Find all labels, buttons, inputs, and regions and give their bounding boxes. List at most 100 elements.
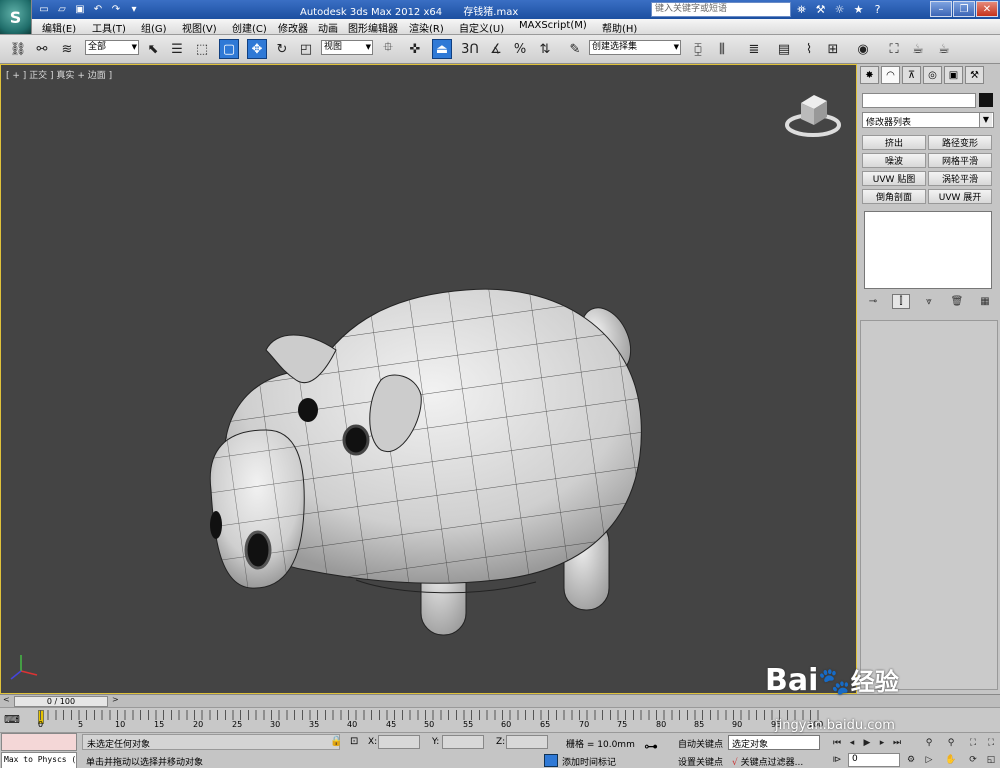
select-by-name-icon[interactable]: ☰ bbox=[167, 39, 187, 59]
modifier-button-noise[interactable]: 噪波 bbox=[862, 153, 926, 168]
render-setup-icon[interactable]: ⛶ bbox=[884, 39, 904, 59]
zoom-extents-icon[interactable]: ⛶ bbox=[966, 736, 980, 750]
menu-maxscript[interactable]: MAXScript(M) bbox=[519, 20, 587, 31]
viewport-general-menu[interactable]: + bbox=[12, 71, 20, 81]
field-of-view-icon[interactable]: ▷ bbox=[922, 753, 936, 767]
app-logo-icon[interactable]: S bbox=[0, 0, 32, 34]
viewport-menu-bracket[interactable]: [ bbox=[6, 71, 10, 81]
modifier-button-extrude[interactable]: 挤出 bbox=[862, 135, 926, 150]
set-key-button[interactable]: 设置关键点 bbox=[678, 755, 723, 768]
menu-graph-editors[interactable]: 图形编辑器 bbox=[348, 20, 398, 35]
zoom-all-icon[interactable]: ⚲ bbox=[944, 736, 958, 750]
next-frame-icon[interactable]: > bbox=[112, 695, 119, 704]
modifier-stack-list[interactable] bbox=[864, 211, 992, 289]
menu-modifiers[interactable]: 修改器 bbox=[278, 20, 308, 35]
select-scale-icon[interactable]: ◰ bbox=[296, 39, 316, 59]
next-frame-icon[interactable]: ▸ bbox=[875, 736, 889, 750]
menu-views[interactable]: 视图(V) bbox=[182, 20, 217, 35]
time-slider[interactable]: 0 / 100 bbox=[14, 696, 108, 707]
angle-snap-icon[interactable]: ∡ bbox=[486, 39, 506, 59]
star-icon[interactable]: ★ bbox=[851, 2, 866, 17]
key-icon[interactable]: ⊶ bbox=[644, 739, 658, 755]
menu-animation[interactable]: 动画 bbox=[318, 20, 338, 35]
add-time-tag[interactable]: 添加时间标记 bbox=[562, 755, 616, 768]
x-coordinate-field[interactable] bbox=[378, 735, 420, 749]
menu-rendering[interactable]: 渲染(R) bbox=[409, 20, 444, 35]
zoom-icon[interactable]: ⚲ bbox=[922, 736, 936, 750]
modifier-button-bevel-profile[interactable]: 倒角剖面 bbox=[862, 189, 926, 204]
layer-manager-icon[interactable]: ≣ bbox=[744, 39, 764, 59]
modifier-button-unwrap-uvw[interactable]: UVW 展开 bbox=[928, 189, 992, 204]
minimize-button[interactable]: – bbox=[930, 1, 952, 17]
tools-icon[interactable]: ⚒ bbox=[813, 2, 828, 17]
create-tab-icon[interactable]: ✸ bbox=[860, 66, 879, 84]
modifier-button-meshsmooth[interactable]: 网格平滑 bbox=[928, 153, 992, 168]
dropdown-icon[interactable]: ▾ bbox=[126, 2, 142, 17]
motion-tab-icon[interactable]: ◎ bbox=[923, 66, 942, 84]
z-coordinate-field[interactable] bbox=[506, 735, 548, 749]
absolute-mode-icon[interactable]: ⊡ bbox=[350, 736, 358, 747]
prev-frame-icon[interactable]: < bbox=[3, 695, 10, 704]
perspective-viewport[interactable]: [ + ] 正交 ] 真实 + 边面 ] bbox=[0, 64, 857, 694]
pig-model[interactable] bbox=[196, 220, 676, 640]
go-to-end-icon[interactable]: ⏭ bbox=[890, 736, 904, 750]
select-manipulate-icon[interactable]: ✜ bbox=[405, 39, 425, 59]
select-object-icon[interactable]: ⬉ bbox=[143, 39, 163, 59]
time-configuration-icon[interactable]: ⚙ bbox=[904, 753, 918, 767]
auto-key-button[interactable]: 自动关键点 bbox=[678, 737, 723, 750]
restore-button[interactable]: ❐ bbox=[953, 1, 975, 17]
percent-snap-icon[interactable]: % bbox=[510, 39, 530, 59]
menu-edit[interactable]: 编辑(E) bbox=[42, 20, 76, 35]
viewport-point-of-view-menu[interactable]: 正交 bbox=[29, 71, 47, 81]
modifier-button-uvw-map[interactable]: UVW 贴图 bbox=[862, 171, 926, 186]
modifier-button-turbosmooth[interactable]: 涡轮平滑 bbox=[928, 171, 992, 186]
viewcube-icon[interactable] bbox=[781, 85, 841, 145]
viewport-edges-menu[interactable]: + 边面 bbox=[77, 71, 105, 81]
redo-icon[interactable]: ↷ bbox=[108, 2, 124, 17]
zoom-extents-all-icon[interactable]: ⛶ bbox=[984, 736, 998, 750]
align-icon[interactable]: ⫼ bbox=[712, 39, 732, 59]
maximize-viewport-icon[interactable]: ◱ bbox=[984, 753, 998, 767]
y-coordinate-field[interactable] bbox=[442, 735, 484, 749]
object-name-field[interactable] bbox=[862, 93, 976, 108]
current-frame-field[interactable]: 0 bbox=[848, 753, 900, 767]
pan-view-icon[interactable]: ✋ bbox=[944, 753, 958, 767]
menu-customize[interactable]: 自定义(U) bbox=[459, 20, 504, 35]
window-crossing-icon[interactable]: ▢ bbox=[219, 39, 239, 59]
pin-stack-icon[interactable]: ⊸ bbox=[864, 294, 882, 309]
make-unique-icon[interactable]: ⩔ bbox=[920, 294, 938, 309]
save-icon[interactable]: ▣ bbox=[72, 2, 88, 17]
unlink-icon[interactable]: ⚯ bbox=[32, 39, 52, 59]
binoculars-icon[interactable]: ⛯ bbox=[794, 2, 809, 17]
maxscript-listener-mini[interactable] bbox=[1, 733, 77, 751]
graphite-ribbon-icon[interactable]: ▤ bbox=[774, 39, 794, 59]
edit-named-selection-icon[interactable]: ✎ bbox=[565, 39, 585, 59]
close-button[interactable]: ✕ bbox=[976, 1, 998, 17]
named-selection-dropdown[interactable]: 创建选择集 ▼ bbox=[589, 40, 681, 55]
previous-frame-icon[interactable]: ◂ bbox=[845, 736, 859, 750]
remove-modifier-icon[interactable]: 🗑 bbox=[948, 294, 966, 309]
selection-filter-dropdown[interactable]: 全部 ▼ bbox=[85, 40, 139, 55]
material-editor-icon[interactable]: ◉ bbox=[853, 39, 873, 59]
menu-group[interactable]: 组(G) bbox=[141, 20, 167, 35]
render-production-icon[interactable]: ☕ bbox=[934, 39, 954, 59]
display-tab-icon[interactable]: ▣ bbox=[944, 66, 963, 84]
menu-create[interactable]: 创建(C) bbox=[232, 20, 267, 35]
modifier-button-path-deform[interactable]: 路径变形 bbox=[928, 135, 992, 150]
connect-icon[interactable]: ☼ bbox=[832, 2, 847, 17]
new-icon[interactable]: ▭ bbox=[36, 2, 52, 17]
bind-space-warp-icon[interactable]: ≋ bbox=[57, 39, 77, 59]
schematic-view-icon[interactable]: ⊞ bbox=[823, 39, 843, 59]
reference-coordinate-dropdown[interactable]: 视图 ▼ bbox=[321, 40, 373, 55]
utilities-tab-icon[interactable]: ⚒ bbox=[965, 66, 984, 84]
modifier-list-dropdown[interactable]: 修改器列表 ▼ bbox=[862, 112, 994, 128]
rendered-frame-window-icon[interactable]: ☕ bbox=[908, 39, 928, 59]
link-icon[interactable]: ⛓ bbox=[8, 39, 28, 59]
select-move-icon[interactable]: ✥ bbox=[247, 39, 267, 59]
keyboard-shortcut-override-icon[interactable]: ⏏ bbox=[432, 39, 452, 59]
key-filters-button[interactable]: √ 关键点过滤器... bbox=[732, 755, 803, 768]
key-mode-dropdown[interactable]: 选定对象 bbox=[728, 735, 820, 750]
go-to-start-icon[interactable]: ⏮ bbox=[830, 736, 844, 750]
help-icon[interactable]: ? bbox=[870, 2, 885, 17]
modify-tab-icon[interactable]: ◠ bbox=[881, 66, 900, 84]
